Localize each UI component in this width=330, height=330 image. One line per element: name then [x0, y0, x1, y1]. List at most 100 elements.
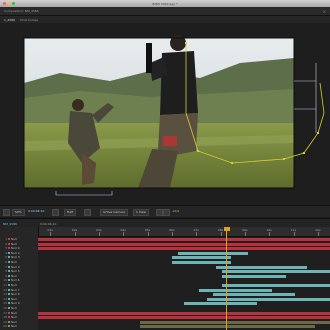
- ruler-tick-mark: [171, 232, 173, 236]
- layer-number: 19: [3, 319, 7, 324]
- video-frame: [24, 35, 294, 188]
- layer-row[interactable]: 4 Null 2: [0, 251, 38, 255]
- snapshot-camera-icon[interactable]: [52, 209, 59, 216]
- layer-number: 15: [3, 301, 7, 306]
- zoom-select[interactable]: 50%: [12, 209, 25, 216]
- resolution-select[interactable]: Half: [64, 209, 76, 216]
- layer-label-color[interactable]: [8, 247, 10, 250]
- layer-label-color[interactable]: [8, 242, 10, 245]
- viewer-canvas: [23, 35, 325, 196]
- layer-row[interactable]: 19 Null: [0, 320, 38, 324]
- camera-view-select[interactable]: Active Camera: [100, 209, 129, 216]
- ruler-tick-label: 10s: [266, 227, 272, 232]
- toggle-pixel-aspect-icon[interactable]: [156, 209, 163, 216]
- ruler-tick-mark: [317, 232, 319, 236]
- layer-row[interactable]: 15 Null 9: [0, 301, 38, 305]
- layer-duration-bar[interactable]: [221, 284, 330, 287]
- layer-row[interactable]: 12 Null 7: [0, 288, 38, 292]
- current-time-display[interactable]: 0;00;06;10: [28, 209, 44, 214]
- timeline-current-time[interactable]: 0;00;06;10: [40, 222, 56, 226]
- layer-duration-bar[interactable]: [38, 242, 330, 246]
- layer-name: Null: [11, 283, 17, 287]
- layer-label-color[interactable]: [8, 293, 10, 296]
- layer-duration-bar[interactable]: [221, 270, 330, 274]
- ruler-tick-mark: [220, 232, 222, 236]
- layer-duration-bar[interactable]: [184, 302, 257, 306]
- layer-number: 11: [3, 283, 7, 287]
- layer-duration-bar[interactable]: [172, 256, 231, 260]
- ruler-tick-mark: [50, 232, 52, 236]
- time-ruler[interactable]: 01s 02s 03s 04s 05s 06s 07s 08s 09s 10s 11s 12s: [38, 227, 330, 237]
- layer-label-color[interactable]: [8, 270, 10, 273]
- layer-row[interactable]: 14 Null: [0, 297, 38, 301]
- ruler-tick-label: 06s: [169, 227, 175, 232]
- layer-label-color[interactable]: [8, 284, 10, 286]
- layer-duration-bar[interactable]: [172, 261, 231, 264]
- layer-label-color[interactable]: [8, 265, 10, 268]
- layer-label-color[interactable]: [8, 320, 10, 323]
- layer-row[interactable]: 1 Null: [0, 237, 38, 241]
- layer-row[interactable]: 20 Null: [0, 324, 38, 328]
- exposure-value[interactable]: +0.0: [172, 209, 179, 214]
- layer-duration-bar[interactable]: [221, 274, 287, 278]
- layer-label-color[interactable]: [8, 325, 10, 328]
- layer-label-color[interactable]: [8, 274, 10, 277]
- timeline-comp-name[interactable]: NM_4586: [3, 222, 17, 226]
- ruler-tick-mark: [147, 232, 149, 236]
- layer-name: Null 6: [11, 278, 20, 283]
- layer-name: Null: [11, 324, 17, 329]
- layer-label-color[interactable]: [8, 288, 10, 291]
- layer-label-color[interactable]: [8, 316, 10, 319]
- layer-row[interactable]: 6 Null: [0, 260, 38, 264]
- layer-label-color[interactable]: [8, 279, 10, 282]
- ruler-tick-label: 03s: [96, 227, 102, 232]
- layer-row[interactable]: 9 Null: [0, 274, 38, 278]
- layer-row[interactable]: 11 Null: [0, 283, 38, 287]
- layer-label-color[interactable]: [8, 251, 10, 254]
- layer-duration-bar[interactable]: [178, 251, 249, 255]
- layer-duration-bar[interactable]: [38, 311, 330, 315]
- ruler-tick-label: 07s: [193, 227, 199, 232]
- layer-duration-bar[interactable]: [140, 320, 330, 324]
- layer-row[interactable]: 16 Null: [0, 306, 38, 310]
- layer-duration-bar[interactable]: [198, 288, 272, 292]
- layer-label-color[interactable]: [8, 261, 10, 263]
- layer-row[interactable]: 8 Null 5: [0, 269, 38, 273]
- tab-shot-comps[interactable]: Shot Comps: [18, 18, 40, 23]
- layer-duration-bar[interactable]: [216, 265, 307, 269]
- layer-row[interactable]: 10 Null 6: [0, 278, 38, 282]
- layer-row[interactable]: 2 Null: [0, 242, 38, 246]
- layer-duration-bar[interactable]: [140, 325, 316, 329]
- layer-label-color[interactable]: [8, 238, 10, 240]
- current-time-indicator[interactable]: [226, 227, 228, 330]
- layer-row[interactable]: 17 Null: [0, 311, 38, 315]
- composition-viewer[interactable]: [0, 23, 330, 205]
- layer-label-color[interactable]: [8, 256, 10, 259]
- layer-row[interactable]: 13 Null 8: [0, 292, 38, 296]
- layer-label-color[interactable]: [8, 307, 10, 309]
- layer-duration-bar[interactable]: [38, 316, 330, 320]
- tab-comp-4586[interactable]: 1_4586: [2, 18, 17, 23]
- layer-label-color[interactable]: [8, 297, 10, 300]
- grid-guide-icon[interactable]: [3, 209, 10, 216]
- layer-number: 6: [5, 260, 7, 264]
- view-layout-select[interactable]: 1 View: [133, 209, 149, 216]
- layer-duration-bar[interactable]: [38, 247, 330, 251]
- region-of-interest-icon[interactable]: [84, 209, 91, 216]
- close-panel-icon[interactable]: ×: [323, 9, 326, 14]
- layer-number: 14: [3, 296, 7, 301]
- layer-row[interactable]: 18 Null: [0, 315, 38, 319]
- layer-row[interactable]: 7 Null 4: [0, 265, 38, 269]
- layer-number: 2: [5, 241, 7, 246]
- ruler-tick-mark: [269, 232, 271, 236]
- layer-duration-bar[interactable]: [38, 238, 330, 241]
- ruler-tick-mark: [98, 232, 100, 236]
- layer-name: Null: [11, 237, 17, 241]
- layer-name: Null 8: [11, 292, 20, 297]
- layer-tracks[interactable]: [38, 237, 330, 330]
- layer-label-color[interactable]: [8, 302, 10, 305]
- fast-previews-icon[interactable]: [163, 209, 170, 216]
- layer-row[interactable]: 3 Null 9: [0, 246, 38, 250]
- layer-row[interactable]: 5 Null 3: [0, 255, 38, 259]
- layer-label-color[interactable]: [8, 311, 10, 314]
